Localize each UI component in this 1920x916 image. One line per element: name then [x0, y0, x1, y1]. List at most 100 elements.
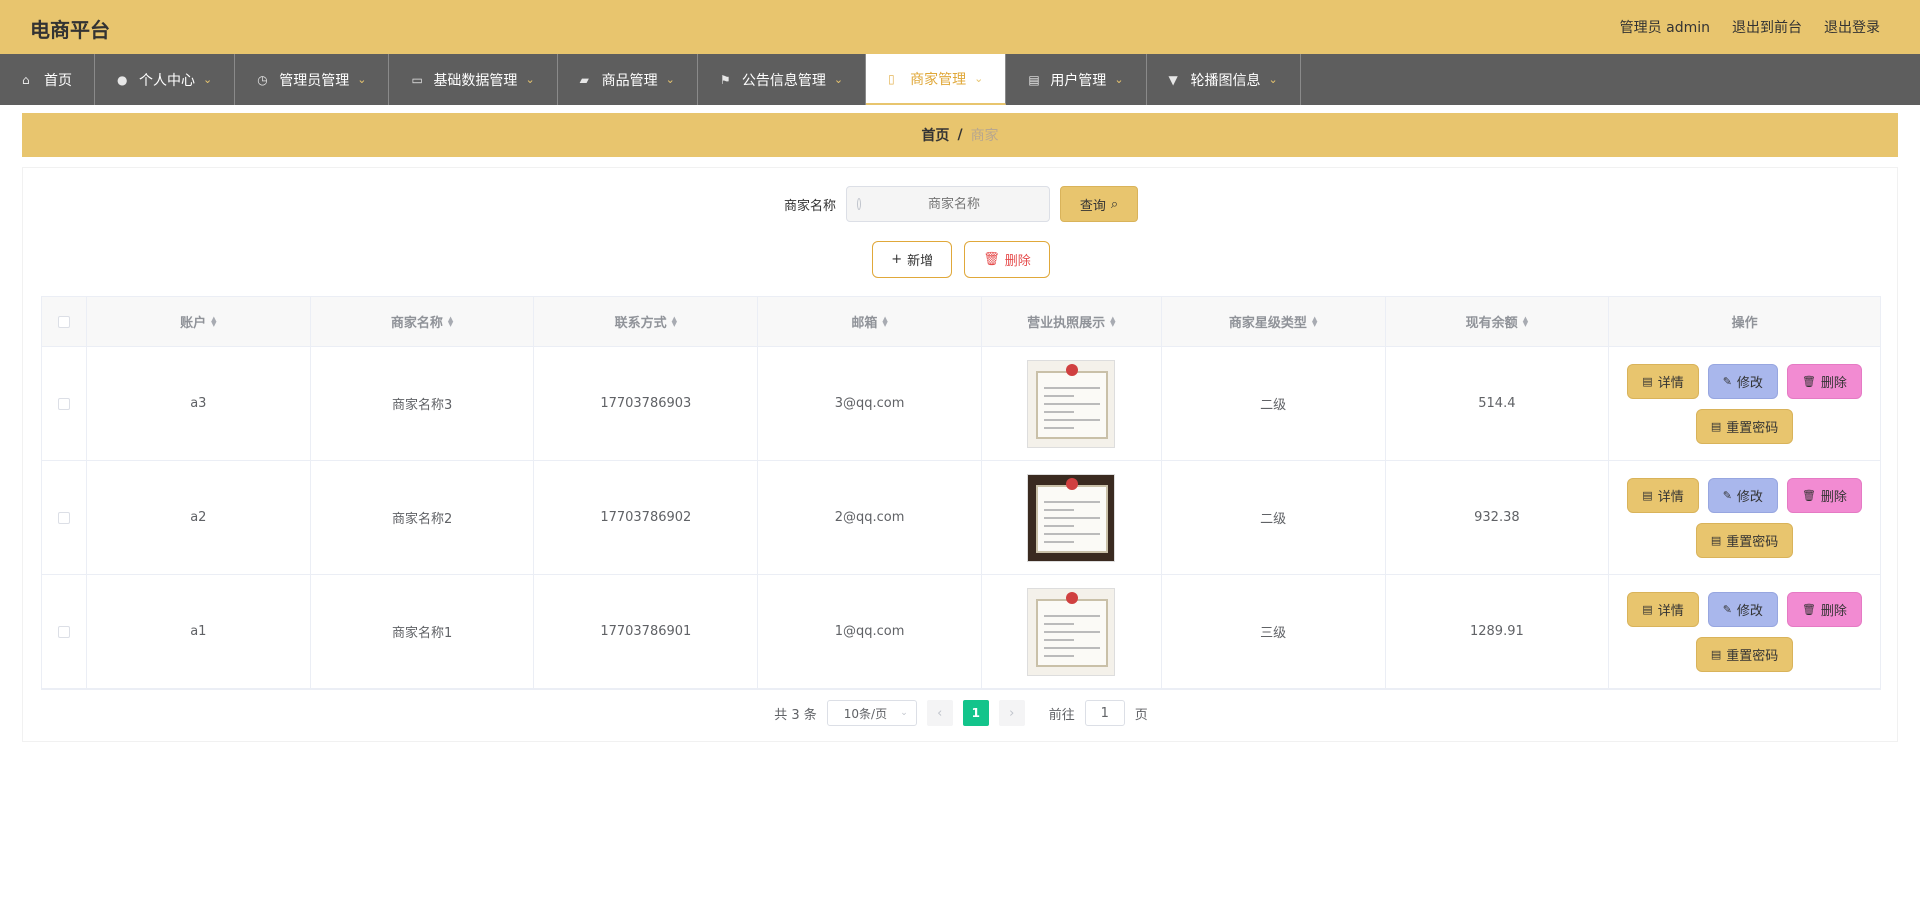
license-image[interactable]: [1027, 473, 1116, 562]
document-icon: ▤: [1642, 602, 1653, 616]
sort-icon[interactable]: ▲ ▼: [1110, 315, 1115, 327]
sort-icon[interactable]: ▲ ▼: [448, 315, 453, 327]
detail-button[interactable]: ▤ 详情: [1627, 477, 1699, 513]
reset-password-button[interactable]: ▤ 重置密码: [1695, 636, 1794, 672]
chevron-down-icon: ⌄: [974, 72, 984, 85]
document-icon: ▤: [1710, 647, 1722, 661]
nav-item-2[interactable]: ◷ 管理员管理 ⌄: [235, 54, 390, 105]
monitor-icon: ▭: [411, 72, 423, 87]
document-icon: ▤: [1710, 419, 1722, 433]
cell-balance: 514.4: [1386, 347, 1610, 460]
detail-button[interactable]: ▤ 详情: [1627, 591, 1699, 627]
delete-button[interactable]: 🗑 删除: [1786, 477, 1862, 513]
edit-label: 修改: [1736, 489, 1763, 505]
nav-item-3[interactable]: ▭ 基础数据管理 ⌄: [389, 54, 558, 105]
column-header-label: 账户: [180, 316, 207, 331]
goods-icon: ▰: [579, 72, 589, 87]
chevron-down-icon: ⌄: [1114, 73, 1124, 86]
admin-user-label[interactable]: 管理员 admin: [1620, 17, 1710, 37]
chevron-left-icon: ‹: [937, 705, 943, 721]
table-actions: + 新增 🗑 删除: [23, 241, 1899, 278]
search-box[interactable]: [846, 186, 1050, 222]
document-icon: ▤: [1642, 488, 1653, 502]
breadcrumb: 首页 / 商家: [22, 113, 1898, 157]
document-icon: ▤: [1710, 533, 1722, 547]
cell-account: a1: [87, 575, 311, 688]
main-nav: ⌂首页⌄●个人中心⌄◷管理员管理⌄▭基础数据管理⌄▰商品管理⌄⚑公告信息管理⌄▯…: [0, 54, 1920, 105]
cell-name: 商家名称3: [311, 347, 535, 460]
row-checkbox[interactable]: [57, 625, 70, 638]
column-header-label: 商家名称: [390, 316, 443, 331]
goto-page-input[interactable]: 1: [1084, 700, 1125, 726]
edit-label: 修改: [1736, 375, 1763, 391]
edit-button[interactable]: ✎ 修改: [1707, 363, 1778, 399]
nav-item-7[interactable]: ▤ 用户管理 ⌄: [1006, 54, 1147, 105]
column-header[interactable]: 商家名称 ▲ ▼: [311, 297, 535, 346]
sort-icon[interactable]: ▲ ▼: [1312, 315, 1317, 327]
column-header[interactable]: 现有余额 ▲ ▼: [1386, 297, 1610, 346]
logout-link[interactable]: 退出登录: [1824, 17, 1880, 37]
nav-item-1[interactable]: ● 个人中心 ⌄: [95, 54, 236, 105]
detail-button[interactable]: ▤ 详情: [1627, 363, 1699, 399]
column-header-label: 现有余额: [1465, 316, 1518, 331]
cell-license: [982, 347, 1162, 460]
edit-button[interactable]: ✎ 修改: [1707, 477, 1778, 513]
query-button[interactable]: 查询 ⌕: [1060, 186, 1138, 222]
merchant-name-input[interactable]: [869, 196, 1039, 212]
license-image[interactable]: [1027, 359, 1116, 448]
breadcrumb-home[interactable]: 首页: [921, 125, 949, 145]
cell-balance: 932.38: [1386, 461, 1610, 574]
nav-item-label: 公告信息管理: [741, 72, 826, 89]
delete-button[interactable]: 🗑 删除: [1786, 591, 1862, 627]
sort-icon[interactable]: ▲ ▼: [211, 315, 216, 327]
nav-item-5[interactable]: ⚑ 公告信息管理 ⌄: [698, 54, 867, 105]
delete-button[interactable]: 🗑 删除: [1786, 363, 1862, 399]
trash-icon: 🗑: [1801, 488, 1816, 502]
select-all-checkbox[interactable]: [57, 315, 70, 328]
sort-icon[interactable]: ▲ ▼: [672, 315, 677, 327]
table-header: 账户 ▲ ▼ 商家名称 ▲ ▼ 联系方式 ▲ ▼ 邮箱 ▲ ▼ 营业执照展示 ▲ ▼ 商家星级类型 ▲ ▼ 现有余额…: [42, 297, 1880, 347]
row-checkbox[interactable]: [57, 397, 70, 410]
column-header[interactable]: 营业执照展示 ▲ ▼: [982, 297, 1162, 346]
user-icon: ●: [117, 72, 128, 87]
edit-label: 修改: [1736, 603, 1763, 619]
add-button[interactable]: + 新增: [872, 241, 953, 278]
query-button-label: 查询: [1079, 198, 1106, 214]
goto-suffix: 页: [1134, 707, 1148, 723]
home-icon: ⌂: [22, 72, 30, 87]
plus-icon: +: [891, 252, 903, 267]
column-header[interactable]: 商家星级类型 ▲ ▼: [1162, 297, 1386, 346]
column-header-label: 联系方式: [614, 316, 667, 331]
column-header[interactable]: 账户 ▲ ▼: [87, 297, 311, 346]
exit-to-front-link[interactable]: 退出到前台: [1732, 17, 1802, 37]
prev-page-button[interactable]: ‹: [926, 700, 953, 726]
edit-button[interactable]: ✎ 修改: [1707, 591, 1778, 627]
sort-icon[interactable]: ▲ ▼: [1523, 315, 1528, 327]
cell-phone: 17703786903: [534, 347, 759, 460]
license-image[interactable]: [1027, 587, 1116, 676]
document-icon: ▤: [1642, 374, 1653, 388]
next-page-button[interactable]: ›: [998, 700, 1025, 726]
page-number[interactable]: 1: [962, 700, 989, 726]
page-size-select[interactable]: 10条/页 ⌄: [826, 700, 917, 726]
nav-item-8[interactable]: ▼ 轮播图信息 ⌄: [1147, 54, 1301, 105]
batch-delete-button[interactable]: 🗑 删除: [964, 241, 1050, 278]
add-button-label: 新增: [907, 254, 934, 269]
row-checkbox[interactable]: [57, 511, 70, 524]
column-header-label: 邮箱: [851, 316, 878, 331]
nav-item-6[interactable]: ▯ 商家管理 ⌄: [866, 54, 1007, 105]
column-header[interactable]: 邮箱 ▲ ▼: [758, 297, 982, 346]
nav-item-4[interactable]: ▰ 商品管理 ⌄: [558, 54, 698, 105]
sort-icon[interactable]: ▲ ▼: [882, 315, 887, 327]
cell-account: a3: [87, 347, 311, 460]
table-row: a3 商家名称3 17703786903 3@qq.com 二级 514.4 ▤ 详情 ✎ 修改 🗑…: [42, 347, 1880, 461]
nav-item-0[interactable]: ⌂首页⌄: [0, 54, 95, 105]
cell-phone: 17703786901: [534, 575, 759, 688]
reset-password-label: 重置密码: [1726, 420, 1779, 436]
table-row: a2 商家名称2 17703786902 2@qq.com 二级 932.38 ▤ 详情 ✎ 修改…: [42, 461, 1880, 575]
column-header[interactable]: 联系方式 ▲ ▼: [534, 297, 759, 346]
reset-password-button[interactable]: ▤ 重置密码: [1695, 408, 1794, 444]
chevron-down-icon: ⌄: [203, 73, 213, 86]
reset-password-button[interactable]: ▤ 重置密码: [1695, 522, 1794, 558]
delete-label: 删除: [1820, 603, 1847, 619]
